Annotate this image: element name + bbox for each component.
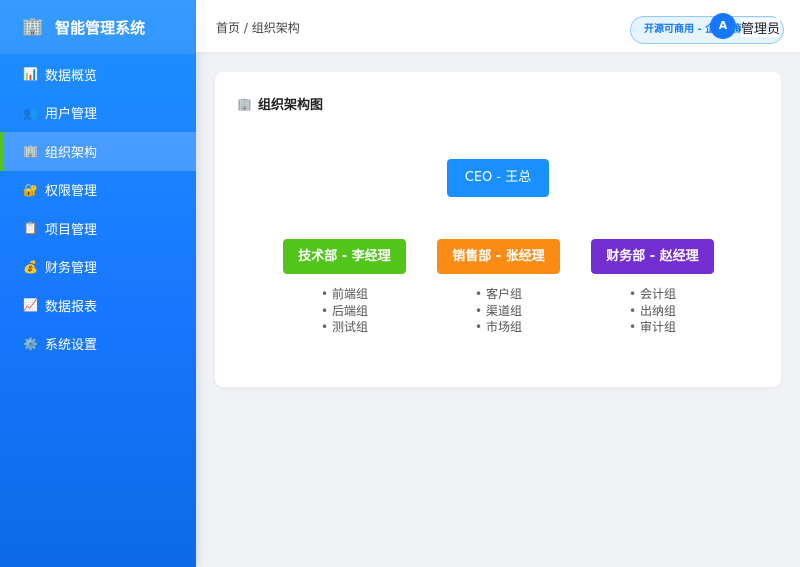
sidebar-menu: 📊 数据概览 👥 用户管理 🏢 组织架构 🔐 权限管理 📋 项目管理 💰 财务管… xyxy=(0,55,196,363)
sidebar-item-finance[interactable]: 💰 财务管理 xyxy=(0,248,196,287)
breadcrumb-separator: / xyxy=(240,21,252,35)
breadcrumb-home[interactable]: 首页 xyxy=(216,21,240,35)
list-item: 测试组 xyxy=(283,319,406,336)
avatar[interactable]: A xyxy=(710,13,736,39)
chart-icon: 📊 xyxy=(23,67,38,82)
list-item: 后端组 xyxy=(283,303,406,320)
org-node-ceo[interactable]: CEO - 王总 xyxy=(447,159,549,197)
sidebar-item-label: 组织架构 xyxy=(45,145,98,161)
list-item: 审计组 xyxy=(591,319,714,336)
list-item: 市场组 xyxy=(437,319,560,336)
gear-icon: ⚙️ xyxy=(23,336,38,351)
list-item: 渠道组 xyxy=(437,303,560,320)
list-item: 客户组 xyxy=(437,286,560,303)
org-node-finance-dept[interactable]: 财务部 - 赵经理 xyxy=(591,239,714,274)
tech-team-list: 前端组 后端组 测试组 xyxy=(283,286,406,336)
breadcrumb-current: 组织架构 xyxy=(251,21,300,35)
building-icon: 🏢 xyxy=(23,144,38,159)
users-icon: 👥 xyxy=(23,105,38,120)
clipboard-icon: 📋 xyxy=(23,221,38,236)
sidebar-item-label: 系统设置 xyxy=(45,338,98,354)
sidebar-item-label: 数据概览 xyxy=(45,68,98,84)
username[interactable]: 管理员 xyxy=(741,18,781,37)
org-node-tech-dept[interactable]: 技术部 - 李经理 xyxy=(283,239,406,274)
breadcrumb: 首页 / 组织架构 xyxy=(216,19,300,36)
org-node-sales-dept[interactable]: 销售部 - 张经理 xyxy=(437,239,560,274)
lock-icon: 🔐 xyxy=(23,182,38,197)
sidebar-item-projects[interactable]: 📋 项目管理 xyxy=(0,209,196,248)
top-header: 首页 / 组织架构 开源可商用 - 企业级解决方案 A 管理员 xyxy=(196,0,800,52)
sidebar-item-label: 项目管理 xyxy=(45,222,98,238)
org-chart-card: 🏢 组织架构图 CEO - 王总 技术部 - 李经理 销售部 - 张经理 财务部… xyxy=(215,72,781,387)
sidebar-item-label: 数据报表 xyxy=(45,299,98,315)
list-item: 会计组 xyxy=(591,286,714,303)
sidebar-item-dashboard[interactable]: 📊 数据概览 xyxy=(0,55,196,94)
sidebar-item-label: 财务管理 xyxy=(45,261,98,277)
building-icon: 🏢 xyxy=(237,96,252,111)
sidebar-item-reports[interactable]: 📈 数据报表 xyxy=(0,286,196,325)
sidebar: 🏢 智能管理系统 📊 数据概览 👥 用户管理 🏢 组织架构 🔐 权限管理 📋 项… xyxy=(0,0,196,567)
building-icon: 🏢 xyxy=(22,17,44,37)
list-item: 出纳组 xyxy=(591,303,714,320)
trend-chart-icon: 📈 xyxy=(23,298,38,313)
page-title-text: 组织架构图 xyxy=(257,98,323,113)
sidebar-item-label: 用户管理 xyxy=(45,107,98,123)
page-title: 🏢 组织架构图 xyxy=(237,94,323,114)
sidebar-item-label: 权限管理 xyxy=(45,184,98,200)
money-bag-icon: 💰 xyxy=(23,259,38,274)
sales-team-list: 客户组 渠道组 市场组 xyxy=(437,286,560,336)
sidebar-item-organization[interactable]: 🏢 组织架构 xyxy=(0,132,196,171)
sidebar-item-users[interactable]: 👥 用户管理 xyxy=(0,94,196,133)
list-item: 前端组 xyxy=(283,286,406,303)
finance-team-list: 会计组 出纳组 审计组 xyxy=(591,286,714,336)
sidebar-item-settings[interactable]: ⚙️ 系统设置 xyxy=(0,325,196,364)
sidebar-item-permissions[interactable]: 🔐 权限管理 xyxy=(0,171,196,210)
app-brand[interactable]: 🏢 智能管理系统 xyxy=(0,0,196,54)
app-title: 智能管理系统 xyxy=(55,18,146,37)
